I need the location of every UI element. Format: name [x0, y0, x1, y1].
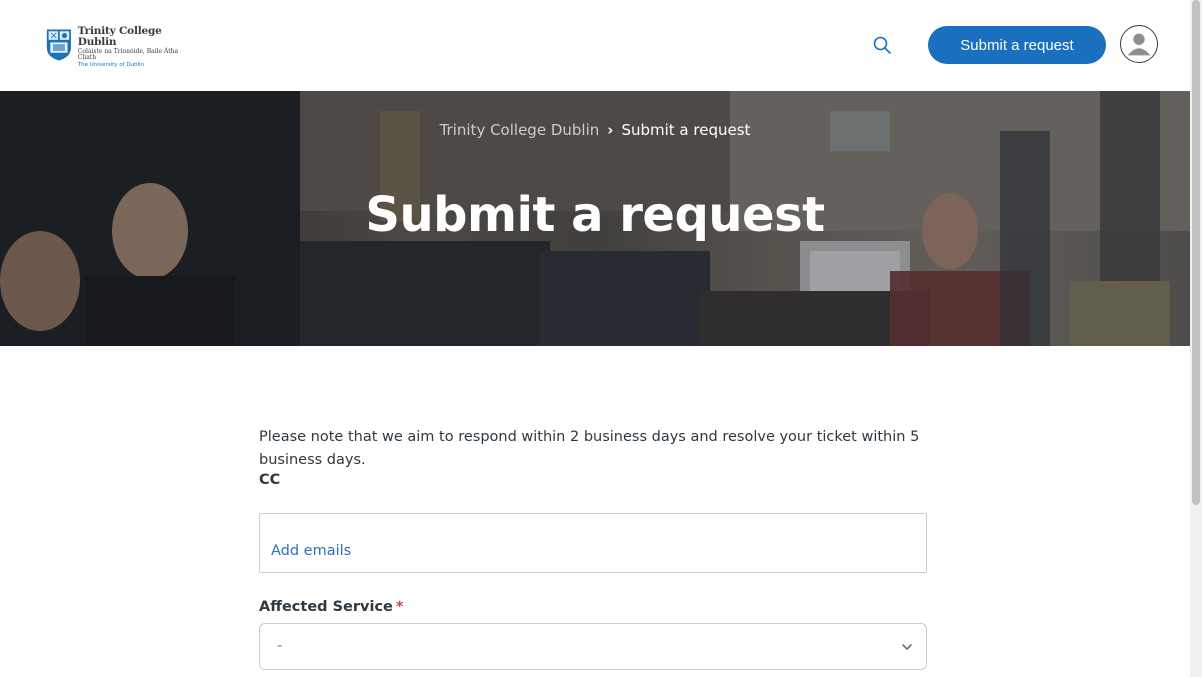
search-icon	[873, 36, 891, 54]
logo-subtitle: The University of Dublin	[77, 62, 145, 68]
site-header: Trinity College Dublin Coláiste na Tríon…	[0, 0, 1190, 91]
chevron-down-icon	[902, 644, 912, 650]
breadcrumb-current: Submit a request	[621, 121, 751, 139]
request-form: Please note that we aim to respond withi…	[259, 426, 927, 670]
logo-name: Trinity College Dublin	[77, 25, 162, 48]
affected-service-value: -	[277, 638, 283, 654]
page-scrollbar[interactable]	[1190, 0, 1202, 677]
page-title: Submit a request	[365, 187, 825, 243]
breadcrumb: Trinity College Dublin › Submit a request	[0, 121, 1190, 139]
search-button[interactable]	[868, 31, 896, 59]
crest-icon	[46, 29, 71, 61]
cc-placeholder: Add emails	[271, 543, 352, 559]
user-icon	[1121, 26, 1157, 62]
affected-service-select[interactable]: -	[259, 623, 927, 670]
submit-request-button[interactable]: Submit a request	[928, 26, 1106, 64]
breadcrumb-home-link[interactable]: Trinity College Dublin	[440, 121, 600, 139]
hero-banner: Trinity College Dublin › Submit a request …	[0, 91, 1190, 346]
required-marker: *	[395, 599, 404, 615]
logo-text: Trinity College Dublin Coláiste na Tríon…	[78, 26, 186, 69]
cc-label: CC	[259, 472, 281, 488]
affected-service-label-text: Affected Service	[259, 599, 393, 615]
response-time-notice: Please note that we aim to respond withi…	[259, 429, 920, 468]
affected-service-label: Affected Service *	[259, 599, 927, 615]
logo-irish-name: Coláiste na Tríonóide, Baile Átha Cliath	[77, 48, 179, 61]
scrollbar-thumb[interactable]	[1192, 0, 1200, 505]
tcd-logo[interactable]: Trinity College Dublin Coláiste na Tríon…	[46, 26, 186, 69]
user-avatar[interactable]	[1120, 25, 1158, 63]
cc-email-field[interactable]: Add emails	[259, 513, 927, 573]
chevron-right-icon: ›	[607, 121, 614, 139]
